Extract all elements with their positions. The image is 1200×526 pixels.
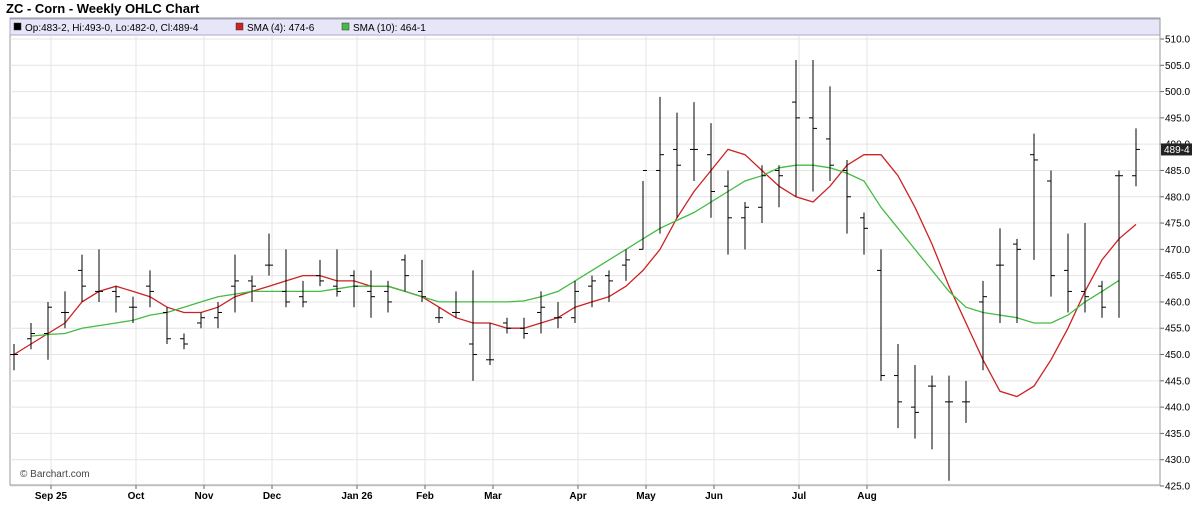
x-tick-label: Sep 25 bbox=[35, 491, 68, 502]
x-tick-label: Oct bbox=[128, 491, 145, 502]
y-tick-label: 485.0 bbox=[1165, 166, 1190, 177]
x-tick-label: Dec bbox=[263, 491, 282, 502]
legend-label: SMA (10): 464-1 bbox=[353, 23, 426, 34]
y-tick-label: 465.0 bbox=[1165, 271, 1190, 282]
y-tick-label: 445.0 bbox=[1165, 376, 1190, 387]
legend-swatch bbox=[13, 22, 22, 31]
x-tick-label: Jun bbox=[705, 491, 723, 502]
y-tick-label: 450.0 bbox=[1165, 350, 1190, 361]
last-price-label: 489-4 bbox=[1164, 145, 1190, 156]
y-tick-label: 455.0 bbox=[1165, 324, 1190, 335]
y-tick-label: 470.0 bbox=[1165, 245, 1190, 256]
last-price-marker: 489-4 bbox=[1161, 143, 1192, 156]
y-axis: 510.0505.0500.0495.0490.0485.0480.0475.0… bbox=[1159, 18, 1190, 493]
legend-label: SMA (4): 474-6 bbox=[247, 23, 315, 34]
legend-swatch bbox=[235, 22, 244, 31]
x-axis: Sep 25 Oct Nov Dec Jan 26 Feb Mar Apr May Jun Jul A… bbox=[10, 484, 1160, 502]
x-tick-label: Feb bbox=[416, 491, 434, 502]
y-tick-label: 460.0 bbox=[1165, 297, 1190, 308]
watermark: © Barchart.com bbox=[20, 469, 90, 480]
x-tick-label: May bbox=[636, 491, 656, 502]
y-tick-label: 500.0 bbox=[1165, 87, 1190, 98]
x-tick-label: Apr bbox=[569, 491, 586, 502]
y-tick-label: 440.0 bbox=[1165, 403, 1190, 414]
x-tick-label: Jan 26 bbox=[341, 491, 373, 502]
x-tick-label: Mar bbox=[484, 491, 502, 502]
y-tick-label: 475.0 bbox=[1165, 219, 1190, 230]
legend-label: Op:483-2, Hi:493-0, Lo:482-0, Cl:489-4 bbox=[25, 23, 199, 34]
y-tick-label: 435.0 bbox=[1165, 429, 1190, 440]
legend-swatch bbox=[341, 22, 350, 31]
y-tick-label: 425.0 bbox=[1165, 482, 1190, 493]
y-tick-label: 430.0 bbox=[1165, 455, 1190, 466]
y-tick-label: 480.0 bbox=[1165, 192, 1190, 203]
y-tick-label: 505.0 bbox=[1165, 61, 1190, 72]
plot-background bbox=[9, 17, 1161, 486]
x-tick-label: Jul bbox=[792, 491, 807, 502]
chart-frame: Op:483-2, Hi:493-0, Lo:482-0, Cl:489-4 SM… bbox=[9, 17, 1192, 502]
y-tick-label: 510.0 bbox=[1165, 35, 1190, 46]
x-tick-label: Nov bbox=[195, 491, 214, 502]
y-tick-label: 495.0 bbox=[1165, 113, 1190, 124]
x-tick-label: Aug bbox=[857, 491, 876, 502]
